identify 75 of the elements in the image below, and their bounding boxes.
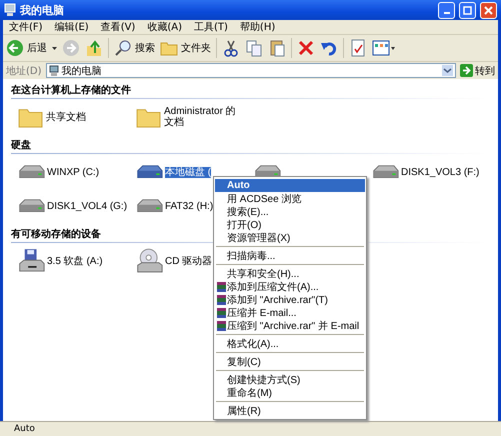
- search-icon: [114, 39, 132, 57]
- menu-entry[interactable]: 压缩到 "Archive.rar" 并 E-mail: [215, 319, 365, 332]
- menu-entry[interactable]: 用 ACDSee 浏览: [215, 192, 365, 205]
- menu-item[interactable]: 收藏(A): [147, 20, 182, 34]
- section-header: 有可移动存储的设备: [11, 228, 101, 242]
- menu-item[interactable]: 帮助(H): [240, 20, 276, 34]
- go-arrow-icon: [460, 64, 473, 77]
- menu-entry[interactable]: 属性(R): [215, 404, 365, 417]
- close-icon: [484, 6, 493, 14]
- computer-icon: [48, 64, 59, 76]
- menu-item[interactable]: 查看(V): [100, 20, 136, 34]
- computer-icon: [4, 3, 16, 17]
- minimize-icon: [444, 12, 450, 14]
- views-icon[interactable]: [372, 39, 396, 57]
- item-label[interactable]: WINXP (C:): [47, 166, 100, 178]
- hard-drive-icon: [136, 198, 163, 214]
- menu-entry[interactable]: 重命名(M): [215, 386, 365, 399]
- folder-icon: [160, 40, 178, 56]
- item-label[interactable]: 本地磁盘 (: [165, 166, 212, 178]
- item-label[interactable]: DISK1_VOL4 (G:): [47, 200, 128, 212]
- archive-icon: [217, 294, 226, 304]
- copy-icon[interactable]: [245, 39, 263, 57]
- minimize-button[interactable]: [438, 2, 455, 18]
- menu-entry[interactable]: 创建快捷方式(S): [215, 373, 365, 386]
- menu-entry[interactable]: 扫描病毒...: [215, 249, 365, 262]
- maximize-button[interactable]: [459, 2, 476, 18]
- search-button[interactable]: 搜索: [114, 39, 155, 57]
- menu-entry[interactable]: 资源管理器(X): [215, 231, 365, 244]
- item-label[interactable]: 3.5 软盘 (A:): [47, 256, 103, 266]
- menu-entry[interactable]: 共享和安全(H)...: [215, 267, 365, 280]
- up-folder-icon[interactable]: [85, 39, 103, 57]
- menu-entry[interactable]: 搜索(E)...: [215, 205, 365, 218]
- menu-item[interactable]: 编辑(E): [54, 20, 89, 34]
- menu-entry[interactable]: Auto: [215, 179, 365, 192]
- hard-drive-icon: [136, 164, 163, 180]
- menu-item[interactable]: 文件(F): [9, 20, 43, 34]
- menu-entry[interactable]: 添加到 "Archive.rar"(T): [215, 293, 365, 306]
- floppy-drive-icon: [18, 248, 45, 274]
- address-value: 我的电脑: [62, 64, 102, 78]
- go-button[interactable]: 转到: [460, 64, 495, 78]
- menu-entry[interactable]: 添加到压缩文件(A)...: [215, 280, 365, 293]
- archive-icon: [217, 320, 226, 330]
- cd-drive-icon: [136, 248, 163, 274]
- hard-drive-icon: [372, 164, 399, 180]
- hard-drive-icon: [18, 164, 45, 180]
- folders-button[interactable]: 文件夹: [160, 40, 211, 56]
- menu-item[interactable]: 工具(T): [194, 20, 228, 34]
- status-text: Auto: [14, 424, 35, 434]
- hard-drive-icon: [18, 198, 45, 214]
- item-label[interactable]: Administrator 的文档: [164, 106, 244, 128]
- menu-entry[interactable]: 压缩并 E-mail...: [215, 306, 365, 319]
- item-label[interactable]: 共享文档: [46, 112, 86, 122]
- back-button[interactable]: 后退: [6, 39, 47, 57]
- cut-icon[interactable]: [222, 39, 240, 57]
- properties-icon[interactable]: [349, 39, 367, 57]
- folder-icon: [136, 106, 162, 128]
- item-label[interactable]: DISK1_VOL3 (F:): [401, 166, 480, 178]
- close-button[interactable]: [480, 2, 497, 18]
- archive-icon: [217, 282, 226, 292]
- maximize-icon: [463, 6, 472, 14]
- menu-entry[interactable]: 格式化(A)...: [215, 337, 365, 350]
- item-label[interactable]: FAT32 (H:): [165, 200, 214, 212]
- paste-icon[interactable]: [268, 39, 286, 57]
- dropdown-arrow-icon[interactable]: [52, 46, 57, 50]
- menu-entry[interactable]: 复制(C): [215, 355, 365, 368]
- address-field[interactable]: 我的电脑: [46, 63, 456, 78]
- delete-icon[interactable]: [297, 39, 315, 57]
- section-header: 硬盘: [11, 138, 31, 153]
- window-title: 我的电脑: [20, 2, 65, 18]
- item-label[interactable]: CD 驱动器: [165, 256, 212, 266]
- archive-icon: [217, 308, 226, 318]
- address-label: 地址(D): [6, 64, 42, 78]
- section-header: 在这台计算机上存储的文件: [11, 83, 131, 98]
- folder-icon: [18, 106, 44, 128]
- menu-entry[interactable]: 打开(O): [215, 218, 365, 231]
